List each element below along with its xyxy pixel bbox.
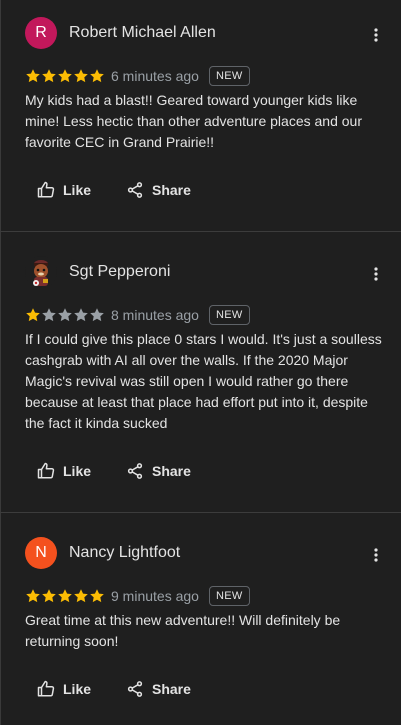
avatar[interactable] bbox=[25, 256, 57, 288]
like-button[interactable]: Like bbox=[37, 680, 91, 698]
review-card: Sgt Pepperoni 8 minutes ago NEW If I cou… bbox=[0, 232, 401, 512]
reviewer-name[interactable]: Nancy Lightfoot bbox=[69, 544, 180, 562]
review-text: If I could give this place 0 stars I wou… bbox=[25, 331, 382, 431]
review-time: 8 minutes ago bbox=[111, 307, 199, 323]
new-badge: NEW bbox=[208, 305, 250, 325]
share-icon bbox=[126, 462, 144, 480]
star-rating bbox=[25, 588, 105, 604]
share-icon bbox=[126, 680, 144, 698]
review-text: Great time at this new adventure!! Will … bbox=[25, 612, 341, 649]
star-filled-icon bbox=[73, 588, 89, 604]
reviewer-name[interactable]: Sgt Pepperoni bbox=[69, 263, 170, 281]
rating-row: 9 minutes ago NEW bbox=[25, 585, 250, 607]
review-card: N Nancy Lightfoot 9 minutes ago NEW Grea… bbox=[0, 513, 401, 725]
avatar[interactable]: R bbox=[25, 17, 57, 49]
new-badge: NEW bbox=[208, 66, 250, 86]
like-button[interactable]: Like bbox=[37, 181, 91, 199]
thumbs-up-icon bbox=[37, 181, 55, 199]
star-filled-icon bbox=[89, 588, 105, 604]
new-badge: NEW bbox=[208, 586, 250, 606]
star-rating bbox=[25, 307, 105, 323]
more-options-icon[interactable] bbox=[366, 264, 386, 284]
share-button[interactable]: Share bbox=[126, 181, 191, 199]
star-filled-icon bbox=[25, 307, 41, 323]
star-empty-icon bbox=[57, 307, 73, 323]
like-label: Like bbox=[63, 463, 92, 479]
review-text: My kids had a blast!! Geared toward youn… bbox=[25, 92, 362, 150]
star-filled-icon bbox=[73, 68, 89, 84]
character-avatar-icon bbox=[33, 260, 48, 286]
star-rating bbox=[25, 68, 105, 84]
review-time: 6 minutes ago bbox=[111, 68, 199, 84]
avatar[interactable]: N bbox=[25, 537, 57, 569]
review-time: 9 minutes ago bbox=[111, 588, 199, 604]
share-label: Share bbox=[152, 182, 191, 198]
star-filled-icon bbox=[57, 68, 73, 84]
review-card: R Robert Michael Allen 6 minutes ago NEW… bbox=[0, 0, 401, 231]
star-empty-icon bbox=[41, 307, 57, 323]
like-label: Like bbox=[63, 182, 92, 198]
star-empty-icon bbox=[89, 307, 105, 323]
star-filled-icon bbox=[41, 68, 57, 84]
star-filled-icon bbox=[25, 68, 41, 84]
star-filled-icon bbox=[57, 588, 73, 604]
thumbs-up-icon bbox=[37, 462, 55, 480]
star-empty-icon bbox=[73, 307, 89, 323]
rating-row: 8 minutes ago NEW bbox=[25, 304, 250, 326]
star-filled-icon bbox=[41, 588, 57, 604]
thumbs-up-icon bbox=[37, 680, 55, 698]
rating-row: 6 minutes ago NEW bbox=[25, 65, 250, 87]
share-icon bbox=[126, 181, 144, 199]
more-options-icon[interactable] bbox=[366, 25, 386, 45]
share-label: Share bbox=[152, 463, 191, 479]
star-filled-icon bbox=[89, 68, 105, 84]
share-button[interactable]: Share bbox=[126, 680, 191, 698]
star-filled-icon bbox=[25, 588, 41, 604]
share-button[interactable]: Share bbox=[126, 462, 191, 480]
share-label: Share bbox=[152, 681, 191, 697]
more-options-icon[interactable] bbox=[366, 545, 386, 565]
like-label: Like bbox=[63, 681, 92, 697]
like-button[interactable]: Like bbox=[37, 462, 91, 480]
reviewer-name[interactable]: Robert Michael Allen bbox=[69, 24, 216, 42]
